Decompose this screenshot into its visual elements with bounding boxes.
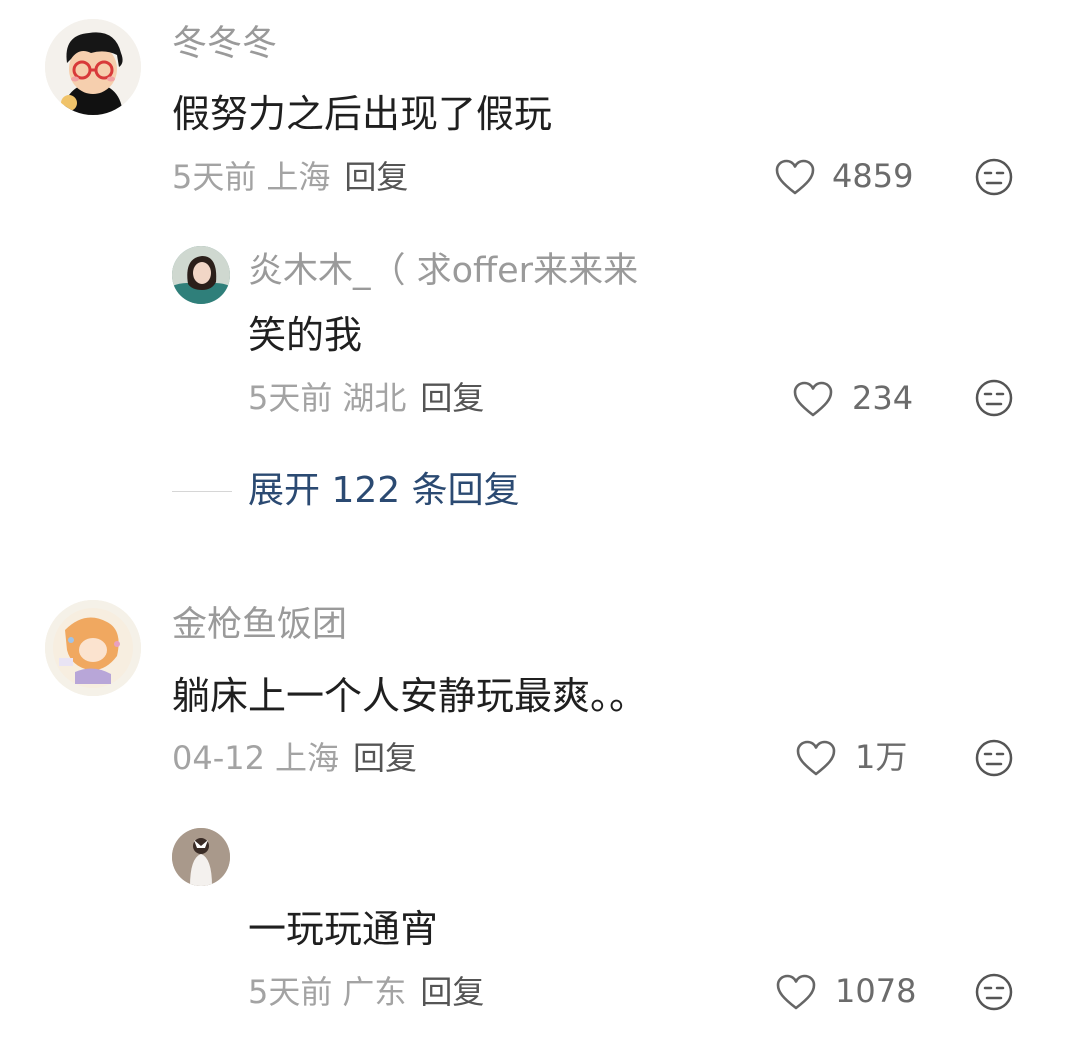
heart-outline-icon[interactable] (775, 973, 817, 1011)
avatar[interactable] (172, 828, 230, 886)
reply-button[interactable]: 回复 (420, 379, 484, 417)
like-count: 1078 (835, 972, 917, 1010)
comment-time: 04-12 (172, 739, 265, 777)
avatar[interactable] (172, 246, 230, 304)
comment-time: 5天前 (172, 158, 257, 196)
expand-divider (172, 491, 232, 492)
white-dress-photo-avatar-icon (172, 828, 230, 886)
comment-location: 上海 (274, 739, 339, 777)
meh-face-icon[interactable] (974, 738, 1014, 778)
reply-button[interactable]: 回复 (420, 973, 484, 1011)
girl-photo-avatar-icon (172, 246, 230, 304)
reply-location: 广东 (342, 973, 407, 1011)
reply-time: 5天前 (248, 379, 333, 417)
comment-text: 假努力之后出现了假玩 (172, 92, 553, 136)
comment-username[interactable]: 冬冬冬 (172, 24, 277, 64)
reply-button[interactable]: 回复 (344, 158, 408, 196)
avatar[interactable] (45, 19, 141, 115)
heart-outline-icon[interactable] (774, 158, 816, 196)
like-count: 234 (852, 379, 914, 417)
meh-face-icon[interactable] (974, 378, 1014, 418)
reply-text: 一玩玩通宵 (248, 907, 439, 951)
comment-meta: 04-12 上海 回复 (172, 739, 417, 777)
heart-outline-icon[interactable] (792, 380, 834, 418)
comment-location: 上海 (266, 158, 331, 196)
like-count: 1万 (855, 738, 908, 776)
comment-meta: 5天前 上海 回复 (172, 158, 408, 196)
reply-meta: 5天前 湖北 回复 (248, 379, 484, 417)
reply-meta: 5天前 广东 回复 (248, 973, 484, 1011)
like-count: 4859 (832, 157, 914, 195)
comment-username[interactable]: 金枪鱼饭团 (172, 605, 347, 645)
reply-time: 5天前 (248, 973, 333, 1011)
reply-username[interactable]: 炎木木_（ 求offer来来来 (248, 251, 638, 291)
reply-location: 湖北 (342, 379, 407, 417)
expand-replies-button[interactable]: 展开 122 条回复 (248, 470, 520, 512)
cartoon-boy-with-glasses-avatar-icon (45, 19, 141, 115)
heart-outline-icon[interactable] (795, 739, 837, 777)
avatar[interactable] (45, 600, 141, 696)
reply-button[interactable]: 回复 (353, 739, 417, 777)
anime-illustration-avatar-icon (45, 600, 141, 696)
meh-face-icon[interactable] (974, 972, 1014, 1012)
meh-face-icon[interactable] (974, 157, 1014, 197)
reply-text: 笑的我 (248, 313, 363, 357)
comment-text: 躺床上一个人安静玩最爽。。 (172, 674, 648, 718)
